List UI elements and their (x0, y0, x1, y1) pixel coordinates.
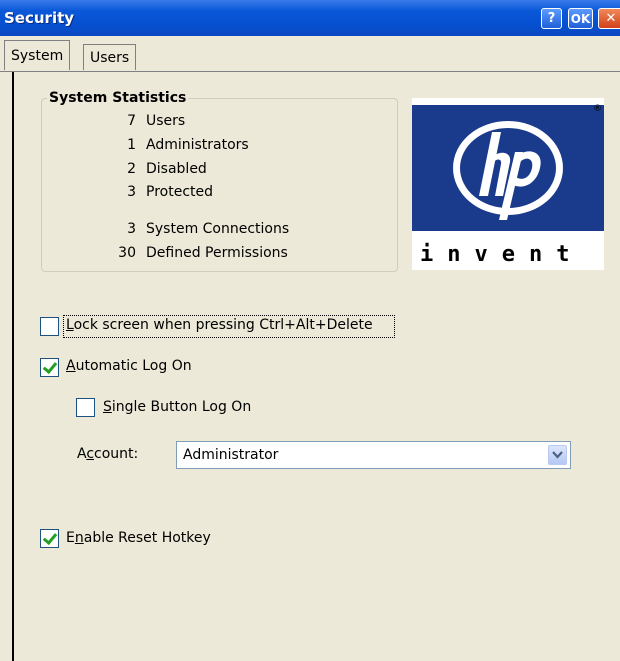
label-post: ingle Button Log On (111, 399, 252, 415)
lock-screen-checkbox[interactable] (40, 317, 59, 336)
tab-system[interactable]: System (4, 40, 71, 70)
label-pre: A (77, 446, 87, 462)
enable-reset-hotkey-checkbox[interactable] (40, 529, 59, 548)
enable-reset-hotkey-label[interactable]: Enable Reset Hotkey (66, 530, 211, 546)
system-statistics-heading: System Statistics (47, 90, 189, 106)
stat-value: 30 (118, 245, 136, 261)
label-accelerator: S (103, 399, 112, 415)
single-button-logon-label[interactable]: Single Button Log On (103, 399, 251, 415)
stat-row: 1 Administrators (100, 137, 249, 153)
lock-screen-label[interactable]: Lock screen when pressing Ctrl+Alt+Delet… (66, 317, 373, 333)
hp-logo-icon: invent (412, 105, 604, 267)
stat-row: 3 Protected (100, 184, 213, 200)
label-accelerator: A (66, 358, 76, 374)
label-post: ock screen when pressing Ctrl+Alt+Delete (73, 317, 373, 333)
label-post: count: (94, 446, 139, 462)
stat-label: Administrators (146, 137, 249, 153)
window-title: Security (4, 9, 75, 27)
stat-label: Defined Permissions (146, 245, 288, 261)
help-button[interactable]: ? (541, 8, 562, 29)
stat-label: Users (146, 113, 186, 129)
stat-value: 3 (127, 184, 136, 200)
label-accelerator: L (66, 317, 74, 333)
stat-value: 1 (127, 137, 136, 153)
stat-label: System Connections (146, 221, 290, 237)
label-post: able Reset Hotkey (83, 530, 211, 546)
stat-label: Disabled (146, 161, 207, 177)
label-accelerator: n (74, 530, 84, 546)
stat-value: 2 (127, 161, 136, 177)
hp-invent-logo: invent ® (412, 98, 604, 270)
account-label: Account: (77, 446, 138, 462)
title-bar[interactable]: Security ? OK ✕ (0, 0, 620, 36)
panel-left-border (12, 72, 14, 661)
ok-button[interactable]: OK (568, 8, 593, 29)
stat-row: 7 Users (100, 113, 185, 129)
account-dropdown[interactable]: Administrator (176, 441, 571, 469)
stat-row: 30 Defined Permissions (100, 245, 288, 261)
registered-mark: ® (593, 104, 602, 114)
stat-row: 2 Disabled (100, 161, 207, 177)
stat-value: 3 (127, 221, 136, 237)
security-window: Security ? OK ✕ System Users System Stat… (0, 0, 620, 661)
dropdown-button[interactable] (548, 445, 567, 465)
account-selected-value: Administrator (183, 447, 279, 463)
close-button[interactable]: ✕ (598, 8, 620, 29)
automatic-logon-checkbox[interactable] (40, 358, 59, 377)
stat-row: 3 System Connections (100, 221, 289, 237)
logo-tagline: invent (420, 242, 583, 267)
label-post: utomatic Log On (75, 358, 192, 374)
stat-value: 7 (127, 113, 136, 129)
single-button-logon-checkbox[interactable] (76, 398, 95, 417)
chevron-down-icon (552, 451, 563, 459)
automatic-logon-label[interactable]: Automatic Log On (66, 358, 192, 374)
label-pre: E (66, 530, 75, 546)
tab-users[interactable]: Users (83, 44, 137, 70)
label-accelerator: c (86, 446, 95, 462)
stat-label: Protected (146, 184, 213, 200)
